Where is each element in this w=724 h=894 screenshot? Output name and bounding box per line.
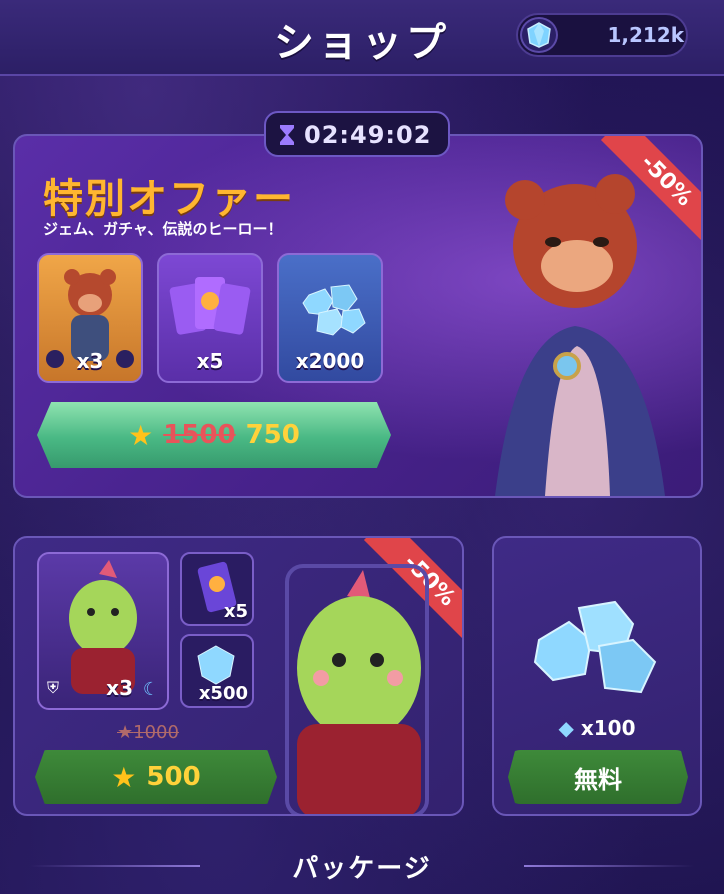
special-offer-card[interactable]: -50% 特別オファー ジェム、ガチャ、伝説のヒーロー！ x3 x5 x2000… — [13, 134, 703, 498]
item-qty: x2000 — [295, 349, 365, 373]
gem-qty: x500 — [198, 683, 248, 704]
package-buy-button[interactable]: ★ 500 — [35, 750, 277, 804]
item-gems[interactable]: x500 — [180, 634, 254, 708]
pack-qty: x5 — [223, 601, 248, 622]
item-qty: x3 — [76, 349, 104, 373]
bear-hero-illustration — [495, 174, 665, 496]
offer-timer: 02:49:02 — [264, 111, 450, 157]
old-price: ★1000 — [117, 722, 179, 743]
old-price: 1500 — [163, 420, 236, 450]
new-price: 750 — [245, 420, 300, 450]
free-claim-button[interactable]: 無料 — [508, 750, 688, 804]
top-bar: ショップ 1,212k — [0, 0, 724, 76]
free-gem-amount: ◆ x100 — [558, 716, 636, 740]
star-icon: ★ — [111, 760, 137, 794]
item-hero-bear[interactable]: x3 — [37, 253, 143, 383]
item-gacha-packs[interactable]: x5 — [157, 253, 263, 383]
offer-title: 特別オファー — [43, 176, 295, 222]
divider-right — [524, 865, 694, 867]
free-gems-card[interactable]: ◆ x100 無料 — [492, 536, 702, 816]
package-offer-card[interactable]: -50% ⛨ x3 ☾ x5 x500 ★1000 ★ 500 — [13, 536, 464, 816]
special-offer-buy-button[interactable]: ★ 1500 750 — [37, 402, 391, 468]
dino-hero-illustration — [285, 564, 429, 814]
gem-balance-value: 1,212k — [607, 23, 684, 47]
star-icon: ★ — [128, 418, 154, 452]
hero-qty: x3 — [106, 676, 133, 700]
gem-cluster-icon — [533, 600, 657, 694]
free-button-label: 無料 — [574, 765, 622, 794]
offer-subtitle: ジェム、ガチャ、伝説のヒーロー！ — [43, 220, 283, 238]
star-icon: ★ — [117, 722, 134, 743]
gem-icon — [520, 17, 558, 53]
new-price: 500 — [146, 762, 201, 792]
gem-balance[interactable]: 1,212k — [516, 13, 688, 57]
item-qty: x5 — [196, 349, 224, 373]
hourglass-icon — [280, 125, 294, 145]
item-gem-pile[interactable]: x2000 — [277, 253, 383, 383]
shield-icon: ⛨ — [47, 678, 60, 697]
moon-icon: ☾ — [142, 679, 159, 700]
gem-icon: ◆ — [558, 716, 574, 740]
item-hero-dino[interactable]: ⛨ x3 ☾ — [37, 552, 169, 710]
timer-value: 02:49:02 — [304, 121, 432, 149]
item-gacha-pack[interactable]: x5 — [180, 552, 254, 626]
